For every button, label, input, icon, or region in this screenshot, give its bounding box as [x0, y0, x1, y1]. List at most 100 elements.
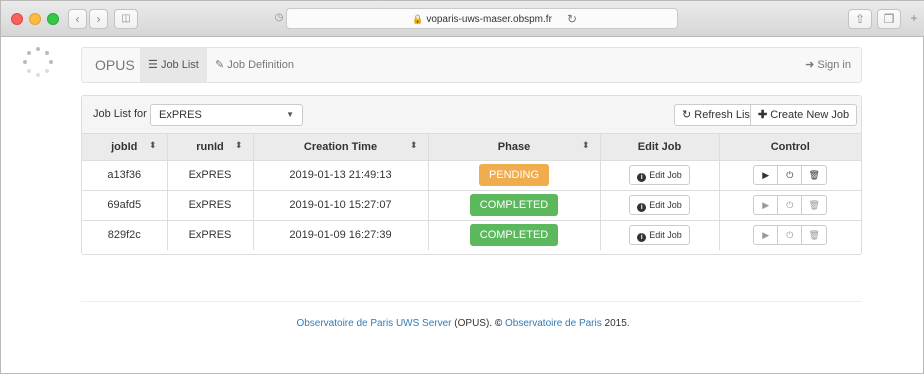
sign-in-icon: ➜	[805, 59, 815, 71]
phase-cell: PENDING	[428, 160, 601, 191]
brand-logo[interactable]: OPUS	[95, 48, 135, 82]
edit-job-button[interactable]: i Edit Job	[629, 225, 690, 246]
trash-icon[interactable]: 🗑	[802, 196, 826, 214]
sign-in-label: Sign in	[817, 59, 851, 71]
runid-cell: ExPRES	[167, 160, 254, 191]
header-label: Control	[770, 140, 810, 153]
create-new-job-button[interactable]: ✚ Create New Job	[750, 104, 858, 126]
column-header-creation-time[interactable]: Creation Time ⬍	[253, 134, 429, 161]
edit-job-label: Edit Job	[649, 170, 682, 180]
edit-cell: i Edit Job	[600, 220, 720, 250]
play-icon[interactable]: ▶	[754, 226, 779, 245]
edit-cell: i Edit Job	[600, 160, 720, 191]
sort-icon[interactable]: ⬍	[235, 140, 243, 151]
panel-header: Job List for ExPRES ▼ ↻ Refresh List ✚ C…	[82, 96, 861, 134]
sidebar-icon[interactable]: ◫	[114, 9, 138, 29]
footer-year: 2015.	[601, 318, 630, 329]
edit-cell: i Edit Job	[600, 190, 720, 221]
sort-icon[interactable]: ⬍	[410, 140, 418, 151]
creation-time-cell: 2019-01-10 15:27:07	[253, 190, 429, 221]
job-select[interactable]: ExPRES ▼	[150, 104, 303, 126]
new-tab-icon[interactable]: +	[905, 9, 923, 29]
control-group: ▶ ⏻ 🗑	[753, 195, 828, 215]
list-icon: ☰	[148, 59, 158, 71]
observatoire-link[interactable]: Observatoire de Paris	[505, 318, 602, 329]
jobid-cell: 69afd5	[82, 190, 168, 221]
trash-icon[interactable]: 🗑	[802, 226, 826, 244]
forward-icon[interactable]: ›	[89, 9, 108, 29]
nav-job-list[interactable]: ☰ Job List	[140, 48, 207, 82]
column-header-control: Control	[719, 134, 861, 161]
header-label: jobId	[111, 140, 138, 153]
job-list-for-label: Job List for	[93, 108, 147, 120]
column-header-phase[interactable]: Phase ⬍	[428, 134, 601, 161]
maximize-window-button[interactable]	[47, 13, 59, 25]
column-header-edit-job: Edit Job	[600, 134, 720, 161]
runid-cell: ExPRES	[167, 220, 254, 250]
runid-cell: ExPRES	[167, 190, 254, 221]
edit-job-label: Edit Job	[649, 200, 682, 210]
refresh-list-label: Refresh List	[694, 109, 753, 121]
table-row: a13f36 ExPRES 2019-01-13 21:49:13 PENDIN…	[82, 160, 861, 191]
copyright-icon: ©	[494, 318, 503, 329]
header-label: Creation Time	[303, 140, 378, 153]
minimize-window-button[interactable]	[29, 13, 41, 25]
phase-badge: COMPLETED	[469, 194, 559, 216]
nav-job-definition-label: Job Definition	[227, 59, 294, 71]
share-icon[interactable]: ⇧	[848, 9, 872, 29]
control-cell: ▶ ⏻ 🗑	[719, 220, 861, 250]
sort-icon[interactable]: ⬍	[149, 140, 157, 151]
back-icon[interactable]: ‹	[68, 9, 87, 29]
lock-icon: 🔒	[412, 14, 424, 24]
sort-icon[interactable]: ⬍	[582, 140, 590, 151]
phase-badge: COMPLETED	[469, 224, 559, 247]
phase-cell: COMPLETED	[428, 190, 601, 221]
nav-job-list-label: Job List	[160, 59, 199, 71]
control-group: ▶ ⏻ 🗑	[753, 225, 828, 246]
browser-window: ‹ › ◫ ◷ 🔒 voparis-uws-maser.obspm.fr ↻ ⇧ …	[0, 0, 924, 374]
trash-icon[interactable]: 🗑	[802, 166, 826, 184]
footer-text: (OPUS).	[451, 318, 495, 329]
play-icon[interactable]: ▶	[754, 166, 779, 184]
power-icon[interactable]: ⏻	[778, 196, 803, 214]
info-icon: i	[637, 173, 647, 182]
control-cell: ▶ ⏻ 🗑	[719, 160, 861, 191]
page-footer: Observatoire de Paris UWS Server (OPUS).…	[1, 318, 924, 329]
caret-down-icon: ▼	[286, 110, 294, 119]
job-list-panel: Job List for ExPRES ▼ ↻ Refresh List ✚ C…	[81, 95, 862, 255]
address-text: voparis-uws-maser.obspm.fr	[426, 14, 552, 25]
power-icon[interactable]: ⏻	[778, 226, 803, 245]
edit-job-label: Edit Job	[649, 230, 682, 241]
info-icon: i	[637, 203, 647, 212]
jobs-table: jobId ⬍ runId ⬍ Creation Time ⬍ Phase ⬍ Edit…	[82, 134, 861, 250]
edit-job-button[interactable]: i Edit Job	[629, 165, 690, 185]
play-icon[interactable]: ▶	[754, 196, 779, 214]
phase-badge: PENDING	[478, 164, 550, 186]
plus-icon: ✚	[758, 109, 768, 121]
header-label: Edit Job	[637, 140, 682, 153]
sign-in-link[interactable]: ➜ Sign in	[805, 48, 851, 82]
table-row: 69afd5 ExPRES 2019-01-10 15:27:07 COMPLE…	[82, 190, 861, 221]
reload-icon[interactable]: ↻	[567, 9, 577, 29]
address-bar[interactable]: 🔒 voparis-uws-maser.obspm.fr ↻	[286, 8, 678, 29]
edit-job-button[interactable]: i Edit Job	[629, 195, 690, 215]
control-group: ▶ ⏻ 🗑	[753, 165, 828, 185]
power-icon[interactable]: ⏻	[778, 166, 803, 184]
close-window-button[interactable]	[11, 13, 23, 25]
footer-divider	[81, 301, 862, 302]
nav-job-definition[interactable]: ✎ Job Definition	[207, 48, 302, 82]
control-cell: ▶ ⏻ 🗑	[719, 190, 861, 221]
refresh-list-button[interactable]: ↻ Refresh List	[674, 104, 761, 126]
header-label: Phase	[497, 140, 531, 153]
phase-cell: COMPLETED	[428, 220, 601, 250]
job-select-value: ExPRES	[159, 109, 202, 121]
tabs-icon[interactable]: ❐	[877, 9, 901, 29]
table-row: 829f2c ExPRES 2019-01-09 16:27:39 COMPLE…	[82, 220, 861, 250]
column-header-runid[interactable]: runId ⬍	[167, 134, 254, 161]
edit-icon: ✎	[215, 59, 225, 71]
info-icon: i	[637, 233, 647, 243]
column-header-jobid[interactable]: jobId ⬍	[82, 134, 168, 161]
jobid-cell: a13f36	[82, 160, 168, 191]
opus-server-link[interactable]: Observatoire de Paris UWS Server	[296, 318, 451, 329]
header-label: runId	[196, 140, 224, 153]
